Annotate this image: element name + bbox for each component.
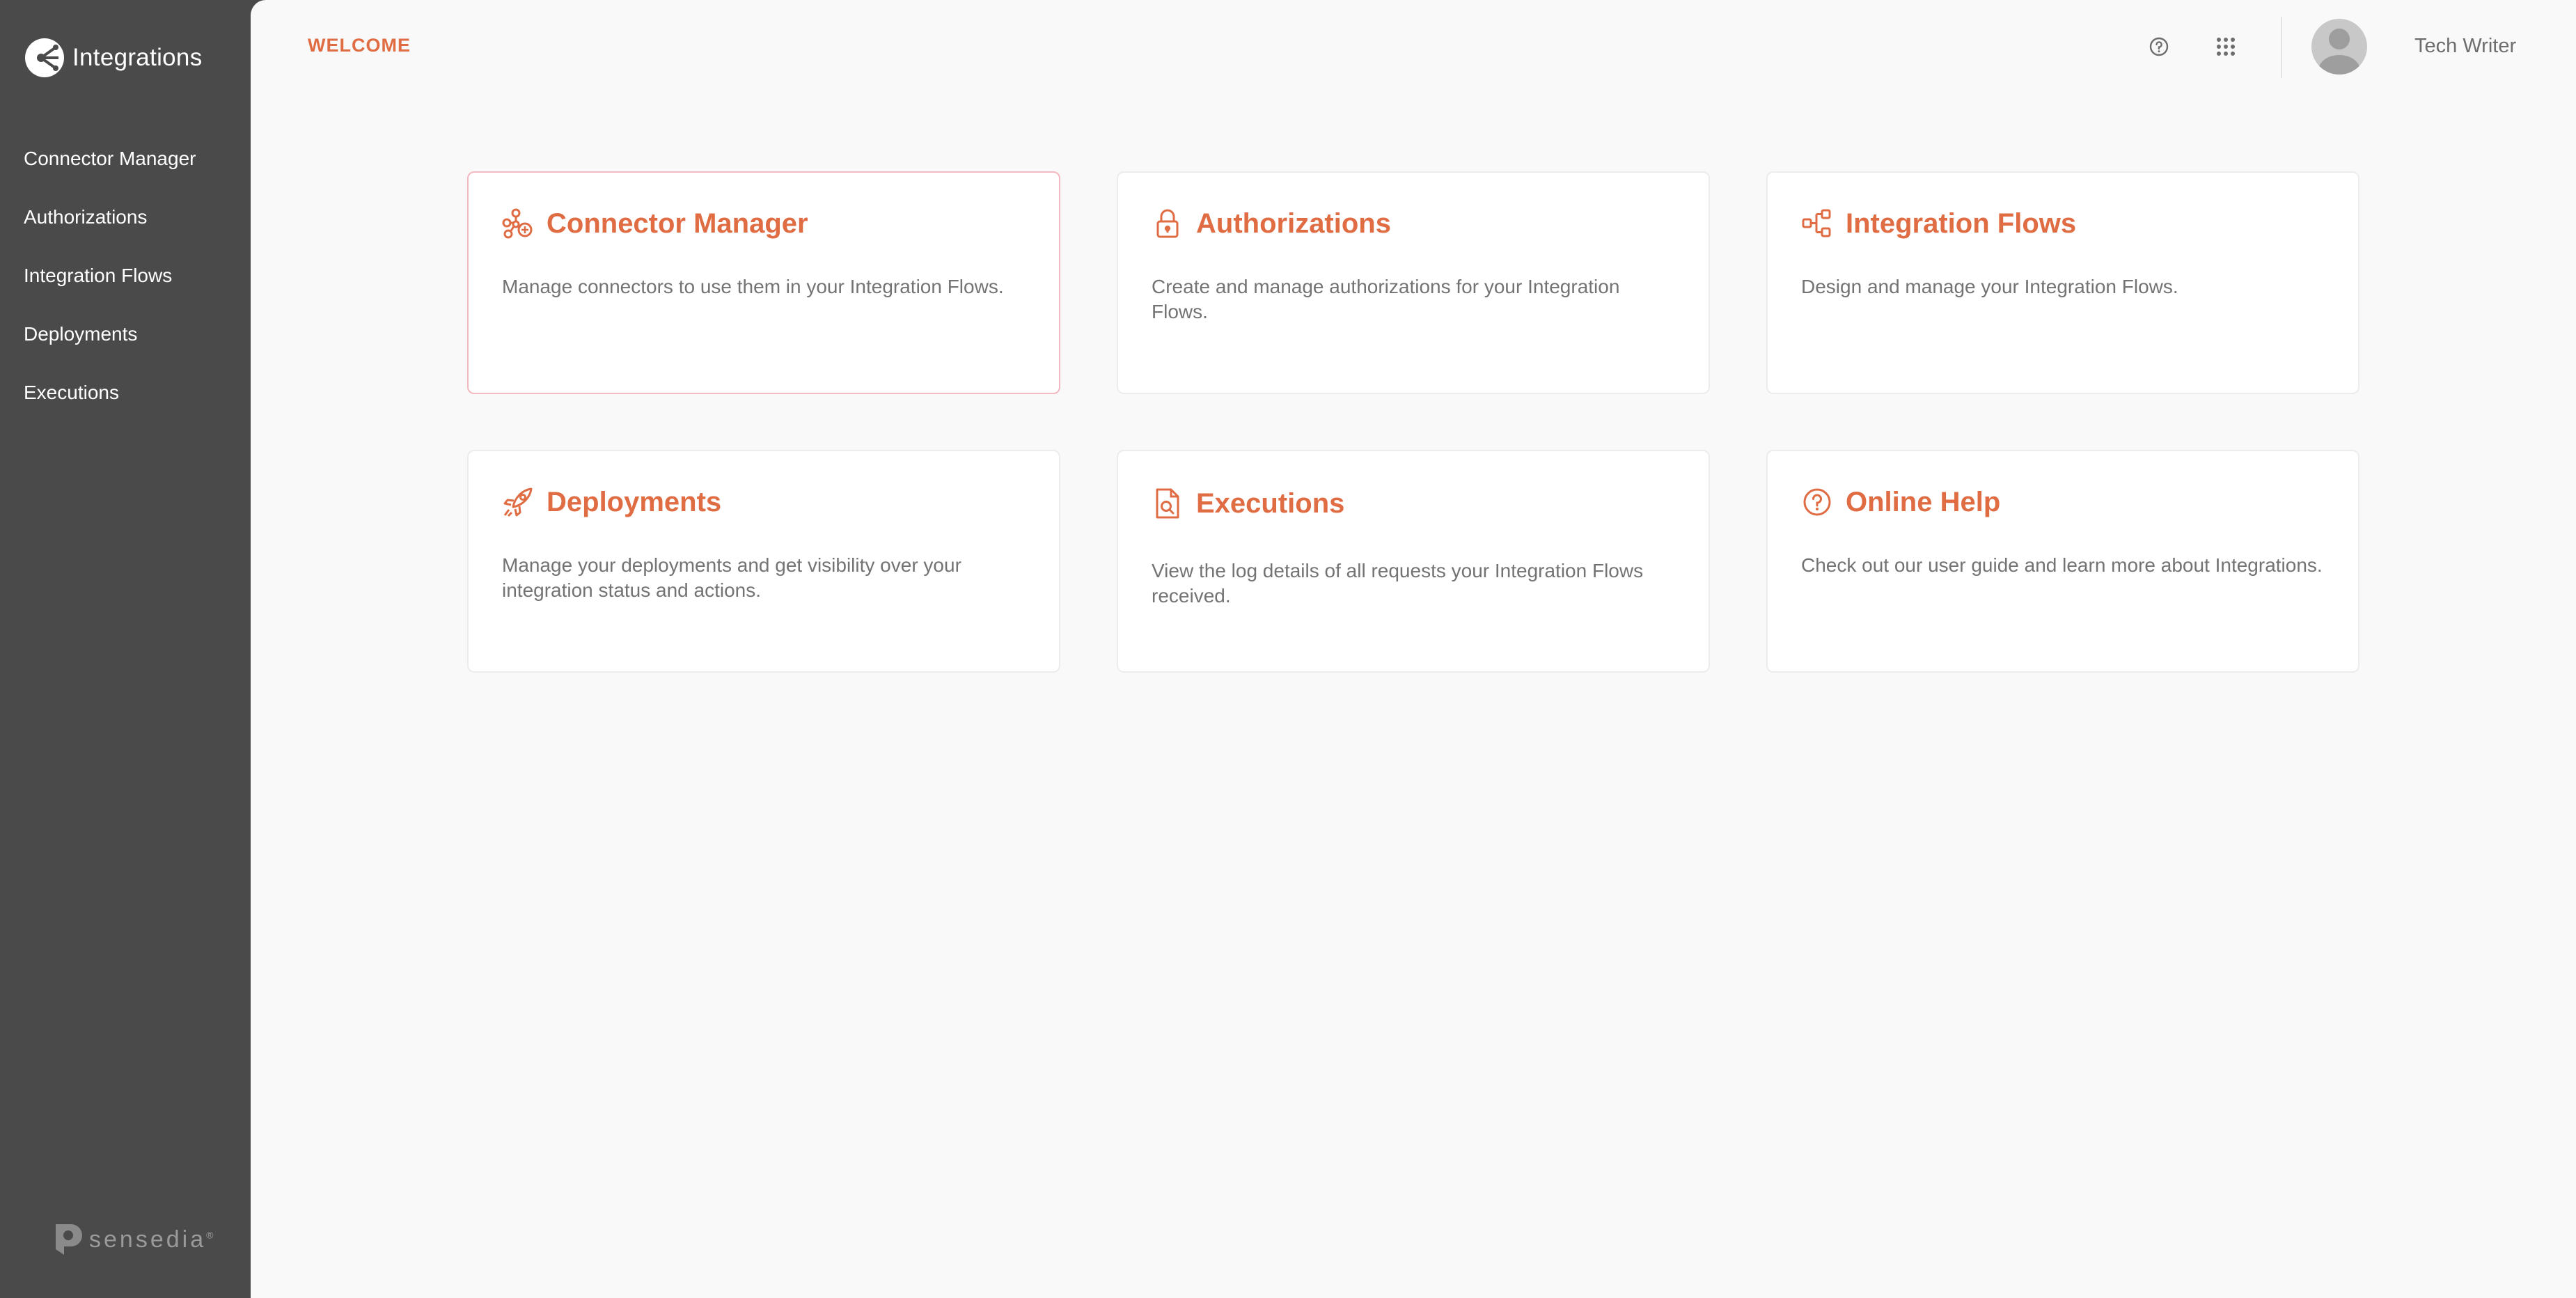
- card-title: Online Help: [1846, 486, 2001, 517]
- card-description: Manage connectors to use them in your In…: [502, 276, 1004, 297]
- lock-icon: [1156, 209, 1179, 238]
- card-deployments[interactable]: Deployments Manage your deployments and …: [467, 450, 1060, 673]
- card-integration-flows[interactable]: Integration Flows Design and manage your…: [1766, 171, 2359, 394]
- sidebar-item-label: Deployments: [24, 323, 138, 345]
- app-name: Integrations: [72, 44, 203, 71]
- help-circle-icon: [2149, 37, 2169, 56]
- footer-brand-name: sensedia: [89, 1226, 207, 1253]
- sidebar-item-deployments[interactable]: Deployments: [0, 305, 251, 363]
- apps-menu-button[interactable]: [2209, 30, 2243, 63]
- page-title: WELCOME: [308, 35, 411, 56]
- card-online-help[interactable]: Online Help Check out our user guide and…: [1766, 450, 2359, 673]
- integrations-logo-icon: [25, 38, 64, 77]
- flow-nodes-icon: [1802, 209, 1831, 237]
- help-button[interactable]: [2142, 30, 2176, 63]
- card-title: Deployments: [547, 486, 722, 517]
- sidebar-nav: Connector Manager Authorizations Integra…: [0, 130, 251, 422]
- card-title: Integration Flows: [1846, 208, 2077, 239]
- sidebar-item-executions[interactable]: Executions: [0, 363, 251, 422]
- card-description: Manage your deployments and get visibili…: [502, 554, 961, 601]
- sensedia-logo: sensedia®: [50, 1221, 213, 1258]
- card-title: Connector Manager: [547, 208, 808, 239]
- sidebar-item-label: Executions: [24, 382, 119, 403]
- card-authorizations[interactable]: Authorizations Create and manage authori…: [1117, 171, 1710, 394]
- help-circle-icon: [1803, 488, 1831, 516]
- card-title: Executions: [1196, 487, 1345, 519]
- header-divider: [2281, 17, 2282, 78]
- apps-grid-icon: [2217, 38, 2235, 56]
- user-avatar-icon: [2318, 29, 2360, 75]
- connector-hub-icon: [502, 208, 533, 239]
- card-description: Design and manage your Integration Flows…: [1801, 276, 2178, 297]
- brand[interactable]: Integrations: [24, 35, 203, 81]
- main-content: WELCOME Tech Writer Connector Manager Ma…: [251, 0, 2576, 1298]
- sidebar-item-integration-flows[interactable]: Integration Flows: [0, 247, 251, 305]
- card-description: Check out our user guide and learn more …: [1801, 554, 2323, 576]
- avatar[interactable]: [2311, 19, 2367, 75]
- user-name[interactable]: Tech Writer: [2414, 35, 2516, 58]
- sidebar: Integrations Connector Manager Authoriza…: [0, 0, 251, 1298]
- sidebar-item-label: Authorizations: [24, 206, 148, 228]
- document-search-icon: [1156, 488, 1179, 519]
- top-bar: WELCOME Tech Writer: [251, 0, 2576, 93]
- card-executions[interactable]: Executions View the log details of all r…: [1117, 450, 1710, 673]
- sidebar-item-authorizations[interactable]: Authorizations: [0, 188, 251, 247]
- card-description: Create and manage authorizations for you…: [1152, 276, 1620, 322]
- card-title: Authorizations: [1196, 208, 1391, 239]
- rocket-icon: [503, 487, 533, 517]
- sensedia-mark-icon: [56, 1224, 82, 1255]
- card-description: View the log details of all requests you…: [1152, 560, 1644, 607]
- card-connector-manager[interactable]: Connector Manager Manage connectors to u…: [467, 171, 1060, 394]
- sidebar-item-label: Integration Flows: [24, 265, 173, 286]
- registered-mark: ®: [206, 1229, 214, 1241]
- sidebar-item-label: Connector Manager: [24, 148, 196, 169]
- sidebar-item-connector-manager[interactable]: Connector Manager: [0, 130, 251, 188]
